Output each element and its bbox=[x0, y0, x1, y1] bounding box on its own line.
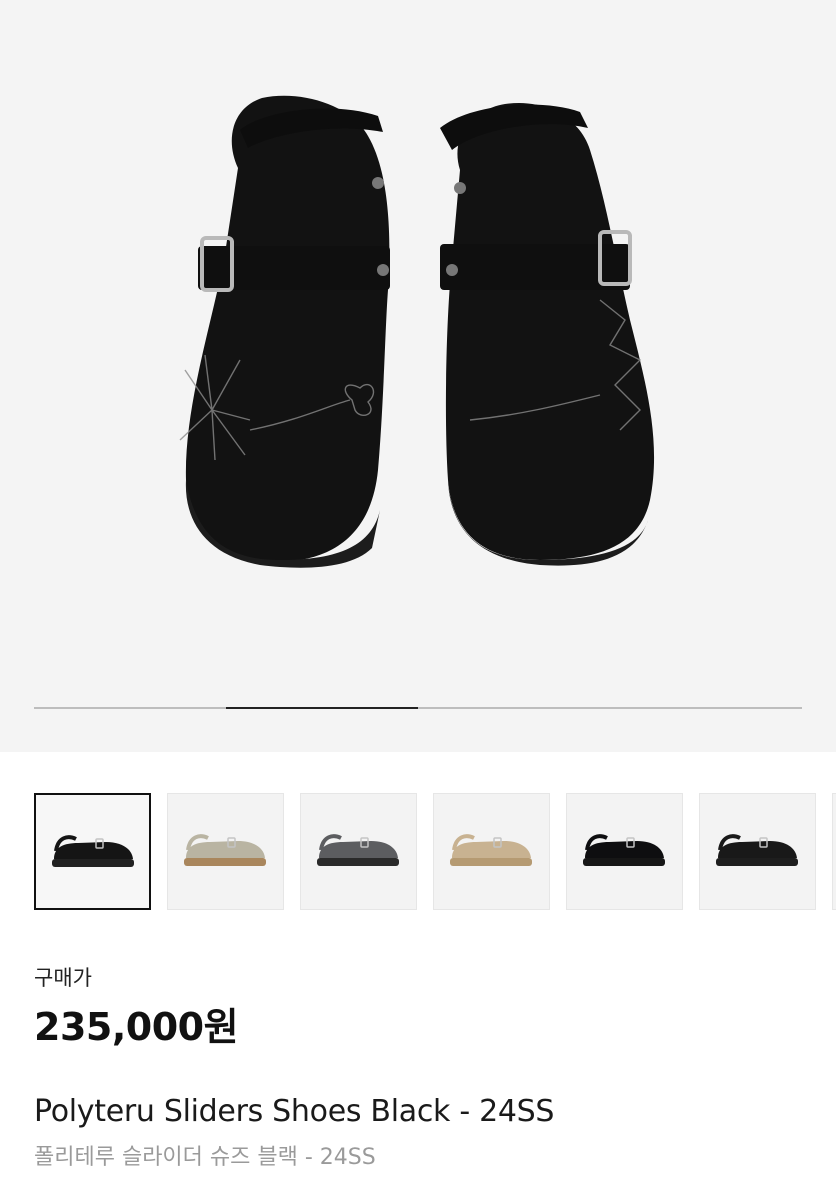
thumbnail-grey-beige[interactable] bbox=[167, 793, 284, 910]
product-photo bbox=[179, 95, 655, 568]
thumbnail-charcoal-grey[interactable] bbox=[300, 793, 417, 910]
shoe-thumbnail-image bbox=[450, 834, 532, 866]
product-name-en: Polyteru Sliders Shoes Black - 24SS bbox=[34, 1094, 555, 1129]
price-label: 구매가 bbox=[34, 966, 92, 990]
thumbnail-next-partial[interactable] bbox=[832, 793, 836, 910]
shoe-thumbnail-image bbox=[317, 834, 399, 866]
thumbnail-black-nylon[interactable] bbox=[566, 793, 683, 910]
gallery-progress-indicator bbox=[226, 707, 418, 709]
thumbnail-sand-beige[interactable] bbox=[433, 793, 550, 910]
product-image-gallery[interactable] bbox=[0, 0, 836, 752]
shoe-thumbnail-image bbox=[716, 834, 798, 866]
gallery-progress-track bbox=[34, 707, 802, 709]
thumbnail-black-leather[interactable] bbox=[699, 793, 816, 910]
price-amount: 235,000원 bbox=[34, 1005, 239, 1049]
shoe-thumbnail-image bbox=[583, 834, 665, 866]
thumbnail-black-suede[interactable] bbox=[34, 793, 151, 910]
left-shoe-image bbox=[179, 95, 390, 568]
right-shoe-image bbox=[440, 102, 655, 566]
product-name-ko: 폴리테루 슬라이더 슈즈 블랙 - 24SS bbox=[34, 1145, 376, 1170]
shoe-thumbnail-image bbox=[52, 835, 134, 867]
color-variant-thumbnails bbox=[0, 793, 836, 911]
shoe-thumbnail-image bbox=[184, 834, 266, 866]
